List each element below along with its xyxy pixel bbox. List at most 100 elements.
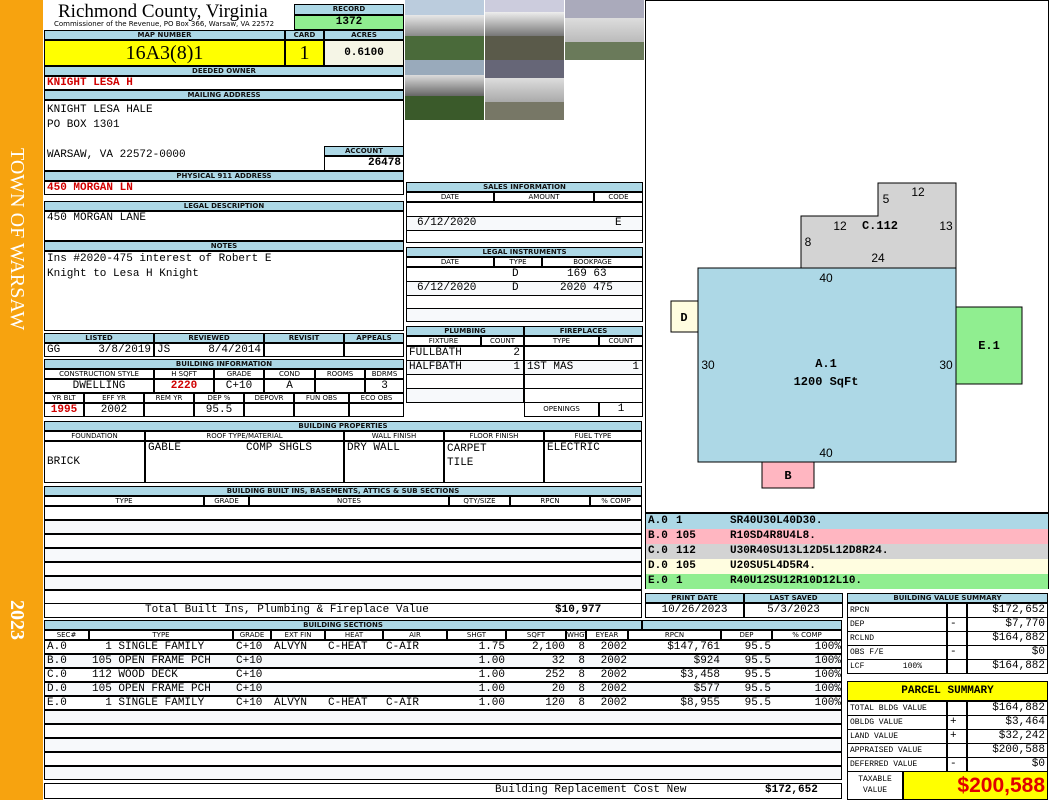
sketch-code-row: A.0 1 SR40U30L40D30. [646, 514, 1048, 529]
reviewed-date: 8/4/2014 [208, 344, 261, 356]
replacement-cost: $172,652 [765, 784, 818, 796]
cell: 100% [814, 655, 841, 667]
builtin-row [44, 576, 642, 590]
cell: 2002 [600, 683, 627, 695]
col-header: FUN OBS [294, 393, 349, 403]
col-header: COND [264, 369, 315, 379]
cell: $577 [693, 683, 720, 695]
sketch-code-path: U20SU5L4D5R4. [730, 560, 816, 572]
col-header: FUEL TYPE [544, 431, 642, 441]
instrument-row [406, 295, 643, 309]
section-c-label: C.112 [862, 219, 898, 233]
summary-value: $3,464 [967, 715, 1048, 730]
summary-sign [947, 701, 967, 716]
table-row: B.0 105 OPEN FRAME PCH C+10 1.00 32 8 2002 $924… [44, 654, 842, 668]
plumbing-label: PLUMBING [406, 326, 524, 336]
floor-finish: CARPET [447, 443, 487, 455]
col-header: FIXTURE [406, 336, 481, 346]
account-label: ACCOUNT [324, 146, 404, 156]
building-info-value: C+10 [214, 379, 264, 393]
dim-label: 13 [939, 219, 953, 233]
sidebar: TOWN OF WARSAW 2023 [0, 0, 43, 800]
fireplace-row [524, 346, 643, 361]
building-info-value [315, 379, 365, 393]
card-number: 1 [285, 40, 324, 66]
legal-instruments-label: LEGAL INSTRUMENTS [406, 247, 643, 257]
reviewed-by: JS [157, 344, 171, 356]
house-photo[interactable] [565, 0, 644, 60]
table-row: A.0 1 SINGLE FAMILY C+10 ALVYN C-HEAT C-AIR 1… [44, 640, 842, 654]
sketch-code-row: B.0 105 R10SD4R8U4L8. [646, 529, 1048, 544]
cell: 105 OPEN FRAME PCH [92, 655, 211, 667]
summary-sign: - [947, 617, 967, 632]
col-header: DEP % [194, 393, 244, 403]
col-header: ROOMS [315, 369, 365, 379]
col-header: ECO OBS [349, 393, 404, 403]
cell: $924 [693, 655, 720, 667]
taxable-label-line: TAXABLE [858, 775, 892, 784]
sketch-code-sec: C.0 [648, 545, 668, 557]
col-header: % COMP [590, 496, 642, 506]
summary-label: LAND VALUE [847, 729, 947, 744]
house-photo[interactable] [405, 60, 484, 120]
listed-date: 3/8/2019 [98, 344, 151, 356]
col-header: SHGT [447, 630, 506, 640]
builtins-total-row: Total Built Ins, Plumbing & Fireplace Va… [44, 603, 642, 618]
table-row [44, 724, 842, 738]
cell: 1 SINGLE FAMILY [92, 697, 205, 709]
listed-by: GG [47, 344, 61, 356]
mailing-address-label: MAILING ADDRESS [44, 90, 404, 100]
sketch-area[interactable]: 40 40 30 30 A.1 1200 SqFt 5 12 13 12 8 2… [645, 0, 1049, 513]
building-info-value [144, 403, 194, 417]
town-label: TOWN OF WARSAW [6, 148, 28, 331]
cell: 100% [814, 697, 841, 709]
house-photo[interactable] [485, 0, 564, 60]
dim-label: 8 [805, 235, 812, 249]
sketch-code-sec: D.0 [648, 560, 668, 572]
cell: 105 OPEN FRAME PCH [92, 683, 211, 695]
col-header: GRADE [214, 369, 264, 379]
mail-line-1: KNIGHT LESA HALE [47, 104, 153, 116]
summary-sign [947, 631, 967, 646]
building-properties-label: BUILDING PROPERTIES [44, 421, 642, 431]
summary-value: $164,882 [967, 659, 1048, 674]
sketch-code-code: 105 [676, 530, 696, 542]
parcel-summary-label: PARCEL SUMMARY [847, 681, 1048, 701]
col-header: NOTES [249, 496, 449, 506]
roof-material: COMP SHGLS [246, 442, 313, 454]
foundation: BRICK [47, 456, 81, 468]
col-header: DEP [721, 630, 772, 640]
building-info-value [349, 403, 404, 417]
plumbing-row: HALFBATH 1 [406, 360, 524, 375]
cell: $3,458 [680, 669, 720, 681]
legal-description: 450 MORGAN LANE [44, 211, 404, 241]
section-d-label: D [680, 311, 687, 325]
house-photo[interactable] [485, 60, 564, 120]
plumbing-row: FULLBATH 2 [406, 346, 524, 361]
building-info-value: 95.5 [194, 403, 244, 417]
cell: C.0 [47, 669, 67, 681]
instrument-row: D 169 63 [406, 267, 643, 282]
cell: $8,955 [680, 697, 720, 709]
instrument-type: D [512, 268, 519, 280]
summary-sign [947, 743, 967, 758]
cell: 95.5 [744, 641, 771, 653]
value-summary-label: BUILDING VALUE SUMMARY [847, 593, 1048, 603]
record-label: RECORD [294, 4, 404, 15]
summary-sign: - [947, 645, 967, 660]
building-info-value: DWELLING [44, 379, 154, 393]
sketch-code-code: 1 [676, 575, 683, 587]
fixture: FULLBATH [409, 347, 462, 359]
cell: 95.5 [744, 655, 771, 667]
house-photo[interactable] [405, 0, 484, 60]
appeals-label: APPEALS [344, 333, 404, 343]
col-header: AMOUNT [494, 192, 594, 202]
col-header: EFF YR [84, 393, 144, 403]
building-info-value: A [264, 379, 315, 393]
cell: ALVYN [274, 697, 308, 709]
sales-row [406, 202, 643, 217]
sketch-code-sec: E.0 [648, 575, 668, 587]
mail-line-2: PO BOX 1301 [47, 119, 120, 131]
col-header: FLOOR FINISH [444, 431, 544, 441]
summary-label: RCLND [847, 631, 947, 646]
